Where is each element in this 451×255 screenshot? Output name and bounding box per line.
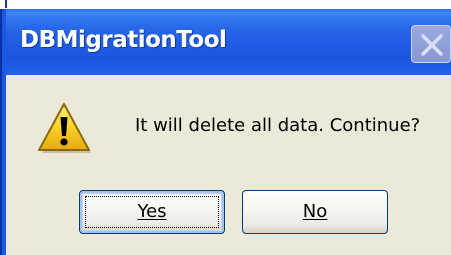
background-strip [0,0,451,9]
warning-icon [38,103,91,153]
message-dialog: DBMigrationTool It will delete all data.… [0,0,451,255]
dialog-body: It will delete all data. Continue? Yes N… [6,75,451,255]
yes-button[interactable]: Yes [79,190,225,234]
window-title: DBMigrationTool [20,27,227,53]
title-bar[interactable]: DBMigrationTool [6,9,451,75]
close-icon [421,34,443,56]
dialog-message: It will delete all data. Continue? [135,115,421,136]
close-button[interactable] [411,25,451,63]
no-button-label: No [302,201,328,222]
yes-button-label: Yes [137,201,167,222]
window-edge-fragment [5,0,7,8]
no-button[interactable]: No [242,190,388,234]
